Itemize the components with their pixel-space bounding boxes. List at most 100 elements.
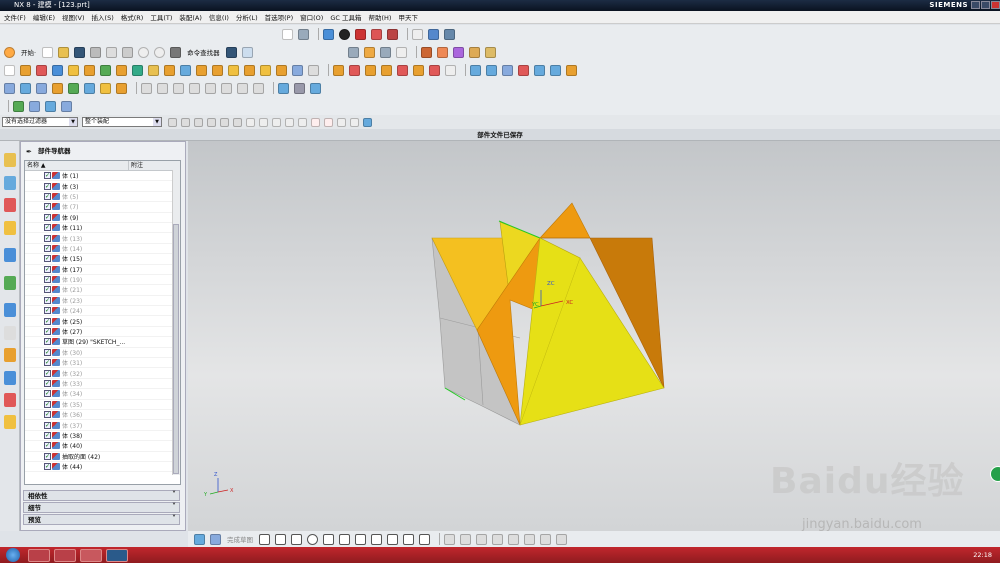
taskbar-nx[interactable]: [106, 548, 128, 562]
menu-gc-toolbox[interactable]: GC 工具箱: [330, 12, 361, 22]
reuse-library-tab-icon[interactable]: [4, 221, 16, 235]
selection-filter-dropdown[interactable]: 没有选择过滤器: [2, 117, 78, 127]
tree-row[interactable]: ✓ 体 (40): [25, 441, 173, 452]
visibility-checkbox[interactable]: ✓: [44, 307, 51, 315]
process-studio-tab-icon[interactable]: [4, 348, 16, 362]
paste-icon[interactable]: [122, 46, 134, 58]
join-curve-icon[interactable]: [157, 82, 168, 94]
orient-view-icon[interactable]: [444, 28, 455, 40]
new-file-icon[interactable]: [42, 46, 54, 58]
datum-plane-icon[interactable]: [308, 64, 319, 76]
sync-move-face-icon[interactable]: [333, 64, 344, 76]
hide-icon[interactable]: [395, 46, 407, 58]
history-tab-icon[interactable]: [4, 303, 16, 317]
menu-tools[interactable]: 工具(T): [150, 12, 172, 22]
visibility-checkbox[interactable]: ✓: [44, 359, 51, 367]
make-corner-icon[interactable]: [476, 533, 487, 545]
arc-icon[interactable]: [20, 82, 31, 94]
fit-curve-icon[interactable]: [52, 82, 63, 94]
tree-row[interactable]: ✓ 体 (19): [25, 275, 173, 286]
quick-trim-icon[interactable]: [444, 533, 455, 545]
chamfer-icon[interactable]: [180, 64, 191, 76]
hd3d-tools-tab-icon[interactable]: [4, 248, 16, 262]
constraint-icon[interactable]: [508, 533, 519, 545]
menu-edit[interactable]: 编辑(E): [33, 12, 55, 22]
side-widget-icon[interactable]: [990, 466, 1000, 482]
save-icon[interactable]: [74, 46, 86, 58]
tree-row[interactable]: ✓ 体 (44): [25, 462, 173, 473]
quadrant-icon[interactable]: [324, 117, 333, 127]
sketch-line-icon[interactable]: [275, 533, 286, 545]
pocket-icon[interactable]: [84, 64, 95, 76]
menu-file[interactable]: 文件(F): [4, 12, 26, 22]
sew-icon[interactable]: [502, 64, 513, 76]
visibility-checkbox[interactable]: ✓: [44, 265, 51, 273]
tree-scrollbar-thumb[interactable]: [173, 224, 179, 474]
visibility-checkbox[interactable]: ✓: [44, 224, 51, 232]
details-section[interactable]: 细节: [23, 502, 180, 513]
tree-row[interactable]: ✓ 体 (25): [25, 316, 173, 327]
dimension-icon[interactable]: [492, 533, 503, 545]
copy-icon[interactable]: [106, 46, 118, 58]
taskbar-browser[interactable]: [80, 548, 102, 562]
hole-icon[interactable]: [52, 64, 63, 76]
visibility-checkbox[interactable]: ✓: [44, 203, 51, 211]
minimize-button[interactable]: [971, 1, 980, 9]
visibility-checkbox[interactable]: ✓: [44, 380, 51, 387]
dependencies-section[interactable]: 相依性: [23, 490, 180, 501]
model-body[interactable]: ZC YC XC: [431, 202, 665, 426]
sync-delete-icon[interactable]: [413, 64, 424, 76]
sketch-icon[interactable]: [4, 64, 15, 76]
line-icon[interactable]: [4, 82, 15, 94]
web-browser-tab-icon[interactable]: [4, 276, 16, 290]
tree-row[interactable]: ✓ 体 (38): [25, 431, 173, 442]
mid-point-icon[interactable]: [285, 117, 294, 127]
shell-icon[interactable]: [196, 64, 207, 76]
control-point-icon[interactable]: [298, 117, 307, 127]
bounded-plane-icon[interactable]: [550, 64, 561, 76]
curve-select-icon[interactable]: [220, 117, 229, 127]
visibility-checkbox[interactable]: ✓: [44, 192, 51, 200]
orange-face-peak[interactable]: [539, 202, 591, 239]
taskbar-explorer[interactable]: [54, 548, 76, 562]
visibility-checkbox[interactable]: ✓: [44, 338, 51, 346]
visibility-checkbox[interactable]: ✓: [44, 411, 51, 419]
extrude-icon[interactable]: [20, 64, 31, 76]
roles-tab-icon[interactable]: [4, 393, 16, 407]
menu-preferences[interactable]: 首选项(P): [265, 12, 294, 22]
part-navigator-tab-icon[interactable]: [4, 198, 16, 212]
cut-icon[interactable]: [90, 46, 102, 58]
offset-face-icon[interactable]: [260, 64, 271, 76]
tree-row[interactable]: ✓ 体 (13): [25, 233, 173, 244]
tree-row[interactable]: ✓ 体 (3): [25, 181, 173, 192]
constraint-navigator-tab-icon[interactable]: [4, 176, 16, 190]
tree-row[interactable]: ✓ 体 (7): [25, 202, 173, 213]
edge-blend-icon[interactable]: [164, 64, 175, 76]
trim-body-icon[interactable]: [228, 64, 239, 76]
csys-icon[interactable]: [428, 28, 439, 40]
divide-curve-icon[interactable]: [237, 82, 248, 94]
background-icon[interactable]: [339, 28, 350, 40]
through-curves-icon[interactable]: [486, 64, 497, 76]
surface-icon[interactable]: [470, 64, 481, 76]
visibility-checkbox[interactable]: ✓: [44, 182, 51, 190]
shaded-edges-icon[interactable]: [371, 28, 382, 40]
pin-icon[interactable]: ✒: [26, 148, 34, 156]
sketch-arc-icon[interactable]: [291, 533, 302, 545]
examine-icon[interactable]: [29, 100, 40, 112]
tree-row[interactable]: ✓ 体 (30): [25, 348, 173, 359]
fit-view-icon[interactable]: [282, 28, 293, 40]
menu-analysis[interactable]: 分析(L): [236, 12, 258, 22]
select-all-icon[interactable]: [168, 117, 177, 127]
assembly-icon[interactable]: [347, 46, 359, 58]
show-constraints-icon[interactable]: [524, 533, 535, 545]
menu-info[interactable]: 信息(I): [209, 12, 229, 22]
intersect-curve-icon[interactable]: [189, 82, 200, 94]
patch-icon[interactable]: [518, 64, 529, 76]
visibility-checkbox[interactable]: ✓: [44, 431, 51, 439]
tree-row[interactable]: ✓ 抽取的面 (42): [25, 452, 173, 462]
visibility-checkbox[interactable]: ✓: [44, 348, 51, 356]
visibility-checkbox[interactable]: ✓: [44, 390, 51, 398]
tree-row[interactable]: ✓ 体 (1): [25, 171, 173, 182]
wcs-icon[interactable]: [363, 46, 375, 58]
